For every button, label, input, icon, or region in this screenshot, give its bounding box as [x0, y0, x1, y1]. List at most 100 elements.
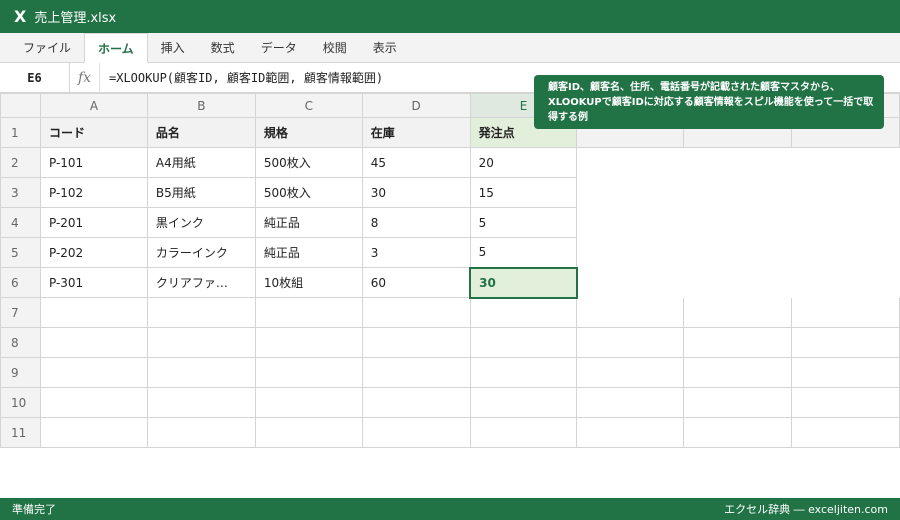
cell-a6[interactable]: P-301 [39, 267, 148, 298]
empty-cell[interactable] [254, 357, 363, 388]
empty-cell[interactable] [254, 417, 363, 448]
cell-h3[interactable] [792, 178, 900, 208]
formula-input[interactable]: =XLOOKUP(顧客ID, 顧客ID範囲, 顧客情報範囲) [100, 69, 383, 86]
cell-b4[interactable]: 黒インク [146, 207, 256, 238]
empty-cell[interactable] [254, 387, 363, 418]
tab-insert[interactable]: 挿入 [148, 33, 198, 62]
empty-cell[interactable] [791, 417, 900, 448]
column-header-c[interactable]: C [254, 93, 363, 118]
empty-cell[interactable] [39, 297, 148, 328]
cell-f4[interactable] [577, 208, 684, 238]
empty-cell[interactable] [576, 297, 685, 328]
empty-cell[interactable] [683, 297, 793, 328]
empty-cell[interactable] [683, 327, 793, 358]
cell-d6[interactable]: 60 [361, 267, 471, 298]
empty-cell[interactable] [146, 417, 256, 448]
row-header[interactable]: 6 [0, 267, 41, 298]
row-header[interactable]: 11 [0, 417, 41, 448]
row-header[interactable]: 2 [0, 147, 41, 178]
empty-cell[interactable] [576, 387, 685, 418]
row-header[interactable]: 8 [0, 327, 41, 358]
cell-e2[interactable]: 20 [469, 147, 578, 178]
empty-cell[interactable] [791, 297, 900, 328]
cell-a1[interactable]: コード [39, 117, 148, 148]
column-header-b[interactable]: B [146, 93, 256, 118]
tab-view[interactable]: 表示 [360, 33, 410, 62]
cell-a2[interactable]: P-101 [39, 147, 148, 178]
cell-b1[interactable]: 品名 [146, 117, 256, 148]
empty-cell[interactable] [791, 387, 900, 418]
column-header-d[interactable]: D [361, 93, 471, 118]
empty-cell[interactable] [683, 357, 793, 388]
empty-cell[interactable] [576, 327, 685, 358]
cell-b6[interactable]: クリアファ… [146, 267, 256, 298]
column-header-a[interactable]: A [39, 93, 148, 118]
cell-h6[interactable] [792, 268, 900, 298]
cell-h2[interactable] [792, 148, 900, 178]
empty-cell[interactable] [576, 357, 685, 388]
empty-cell[interactable] [469, 387, 578, 418]
row-header[interactable]: 1 [0, 117, 41, 148]
tab-file[interactable]: ファイル [10, 33, 84, 62]
cell-a4[interactable]: P-201 [39, 207, 148, 238]
cell-g6[interactable] [684, 268, 792, 298]
cell-g4[interactable] [684, 208, 792, 238]
empty-cell[interactable] [361, 417, 471, 448]
tab-review[interactable]: 校閲 [310, 33, 360, 62]
row-header[interactable]: 3 [0, 177, 41, 208]
cell-b5[interactable]: カラーインク [146, 237, 256, 268]
cell-c4[interactable]: 純正品 [254, 207, 363, 238]
cell-d5[interactable]: 3 [361, 237, 471, 268]
empty-cell[interactable] [146, 297, 256, 328]
cell-h4[interactable] [792, 208, 900, 238]
empty-cell[interactable] [146, 327, 256, 358]
tab-formulas[interactable]: 数式 [198, 33, 248, 62]
empty-cell[interactable] [39, 357, 148, 388]
cell-g3[interactable] [684, 178, 792, 208]
cell-e5[interactable]: 5 [469, 237, 578, 268]
empty-cell[interactable] [361, 327, 471, 358]
cell-g5[interactable] [684, 238, 792, 268]
tab-data[interactable]: データ [248, 33, 310, 62]
cell-c1[interactable]: 規格 [254, 117, 363, 148]
cell-e4[interactable]: 5 [469, 207, 578, 238]
row-header[interactable]: 7 [0, 297, 41, 328]
cell-c3[interactable]: 500枚入 [254, 177, 363, 208]
empty-cell[interactable] [469, 357, 578, 388]
empty-cell[interactable] [361, 297, 471, 328]
row-header[interactable]: 9 [0, 357, 41, 388]
empty-cell[interactable] [469, 297, 578, 328]
empty-cell[interactable] [146, 357, 256, 388]
row-header[interactable]: 4 [0, 207, 41, 238]
tab-home[interactable]: ホーム [84, 33, 148, 63]
cell-h5[interactable] [792, 238, 900, 268]
empty-cell[interactable] [254, 327, 363, 358]
cell-d3[interactable]: 30 [361, 177, 471, 208]
empty-cell[interactable] [791, 357, 900, 388]
cell-g2[interactable] [684, 148, 792, 178]
cell-b3[interactable]: B5用紙 [146, 177, 256, 208]
name-box[interactable]: E6 [0, 62, 70, 93]
row-header[interactable]: 10 [0, 387, 41, 418]
cell-a5[interactable]: P-202 [39, 237, 148, 268]
empty-cell[interactable] [469, 327, 578, 358]
cell-d1[interactable]: 在庫 [361, 117, 471, 148]
cell-c6[interactable]: 10枚組 [254, 267, 363, 298]
empty-cell[interactable] [254, 297, 363, 328]
empty-cell[interactable] [361, 357, 471, 388]
empty-cell[interactable] [39, 327, 148, 358]
row-header[interactable]: 5 [0, 237, 41, 268]
cell-d2[interactable]: 45 [361, 147, 471, 178]
empty-cell[interactable] [146, 387, 256, 418]
cell-e3[interactable]: 15 [469, 177, 578, 208]
cell-c5[interactable]: 純正品 [254, 237, 363, 268]
cell-d4[interactable]: 8 [361, 207, 471, 238]
cell-a3[interactable]: P-102 [39, 177, 148, 208]
empty-cell[interactable] [683, 417, 793, 448]
cell-f3[interactable] [577, 178, 684, 208]
cell-c2[interactable]: 500枚入 [254, 147, 363, 178]
cell-f2[interactable] [577, 148, 684, 178]
empty-cell[interactable] [791, 327, 900, 358]
active-cell-e6[interactable]: 30 [469, 266, 578, 299]
fx-icon[interactable]: fx [70, 62, 100, 93]
